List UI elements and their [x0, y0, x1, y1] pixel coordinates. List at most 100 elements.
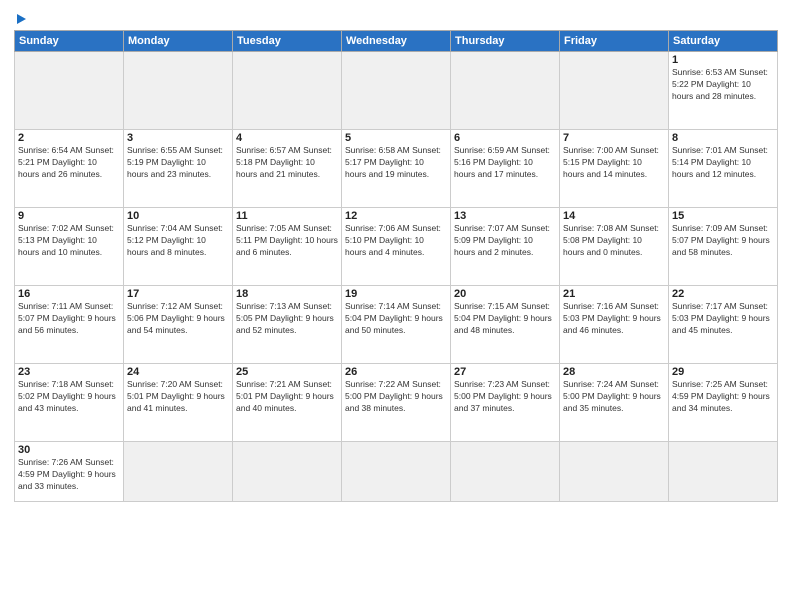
day-number: 5 — [345, 132, 447, 144]
day-info: Sunrise: 7:14 AM Sunset: 5:04 PM Dayligh… — [345, 301, 447, 337]
day-number: 18 — [236, 288, 338, 300]
calendar-cell — [15, 52, 124, 130]
header — [14, 10, 778, 24]
logo-triangle-icon — [17, 14, 26, 24]
day-info: Sunrise: 7:26 AM Sunset: 4:59 PM Dayligh… — [18, 457, 120, 493]
calendar-cell: 19Sunrise: 7:14 AM Sunset: 5:04 PM Dayli… — [342, 286, 451, 364]
day-info: Sunrise: 7:23 AM Sunset: 5:00 PM Dayligh… — [454, 379, 556, 415]
day-number: 21 — [563, 288, 665, 300]
day-info: Sunrise: 7:11 AM Sunset: 5:07 PM Dayligh… — [18, 301, 120, 337]
day-info: Sunrise: 7:04 AM Sunset: 5:12 PM Dayligh… — [127, 223, 229, 259]
week-row-1: 1Sunrise: 6:53 AM Sunset: 5:22 PM Daylig… — [15, 52, 778, 130]
day-info: Sunrise: 6:55 AM Sunset: 5:19 PM Dayligh… — [127, 145, 229, 181]
day-number: 3 — [127, 132, 229, 144]
weekday-header-saturday: Saturday — [669, 31, 778, 52]
day-info: Sunrise: 7:22 AM Sunset: 5:00 PM Dayligh… — [345, 379, 447, 415]
calendar-cell: 20Sunrise: 7:15 AM Sunset: 5:04 PM Dayli… — [451, 286, 560, 364]
calendar-cell — [451, 52, 560, 130]
week-row-3: 9Sunrise: 7:02 AM Sunset: 5:13 PM Daylig… — [15, 208, 778, 286]
day-info: Sunrise: 7:02 AM Sunset: 5:13 PM Dayligh… — [18, 223, 120, 259]
calendar-cell: 25Sunrise: 7:21 AM Sunset: 5:01 PM Dayli… — [233, 364, 342, 442]
calendar-cell: 13Sunrise: 7:07 AM Sunset: 5:09 PM Dayli… — [451, 208, 560, 286]
weekday-header-row: SundayMondayTuesdayWednesdayThursdayFrid… — [15, 31, 778, 52]
calendar-cell: 2Sunrise: 6:54 AM Sunset: 5:21 PM Daylig… — [15, 130, 124, 208]
day-number: 28 — [563, 366, 665, 378]
calendar-cell — [451, 442, 560, 502]
calendar-cell — [560, 442, 669, 502]
calendar-cell: 23Sunrise: 7:18 AM Sunset: 5:02 PM Dayli… — [15, 364, 124, 442]
day-number: 29 — [672, 366, 774, 378]
logo — [14, 10, 26, 24]
day-info: Sunrise: 6:53 AM Sunset: 5:22 PM Dayligh… — [672, 67, 774, 103]
day-info: Sunrise: 6:54 AM Sunset: 5:21 PM Dayligh… — [18, 145, 120, 181]
day-number: 14 — [563, 210, 665, 222]
day-info: Sunrise: 7:24 AM Sunset: 5:00 PM Dayligh… — [563, 379, 665, 415]
week-row-6: 30Sunrise: 7:26 AM Sunset: 4:59 PM Dayli… — [15, 442, 778, 502]
calendar-cell: 7Sunrise: 7:00 AM Sunset: 5:15 PM Daylig… — [560, 130, 669, 208]
week-row-5: 23Sunrise: 7:18 AM Sunset: 5:02 PM Dayli… — [15, 364, 778, 442]
day-number: 2 — [18, 132, 120, 144]
calendar-cell: 11Sunrise: 7:05 AM Sunset: 5:11 PM Dayli… — [233, 208, 342, 286]
day-number: 7 — [563, 132, 665, 144]
day-info: Sunrise: 7:18 AM Sunset: 5:02 PM Dayligh… — [18, 379, 120, 415]
day-info: Sunrise: 7:06 AM Sunset: 5:10 PM Dayligh… — [345, 223, 447, 259]
day-info: Sunrise: 7:00 AM Sunset: 5:15 PM Dayligh… — [563, 145, 665, 181]
day-info: Sunrise: 7:20 AM Sunset: 5:01 PM Dayligh… — [127, 379, 229, 415]
calendar-cell: 21Sunrise: 7:16 AM Sunset: 5:03 PM Dayli… — [560, 286, 669, 364]
day-info: Sunrise: 6:58 AM Sunset: 5:17 PM Dayligh… — [345, 145, 447, 181]
calendar-cell: 9Sunrise: 7:02 AM Sunset: 5:13 PM Daylig… — [15, 208, 124, 286]
calendar-cell — [669, 442, 778, 502]
day-number: 20 — [454, 288, 556, 300]
calendar-page: SundayMondayTuesdayWednesdayThursdayFrid… — [0, 0, 792, 612]
day-info: Sunrise: 7:01 AM Sunset: 5:14 PM Dayligh… — [672, 145, 774, 181]
day-number: 15 — [672, 210, 774, 222]
weekday-header-thursday: Thursday — [451, 31, 560, 52]
day-number: 26 — [345, 366, 447, 378]
calendar-cell: 29Sunrise: 7:25 AM Sunset: 4:59 PM Dayli… — [669, 364, 778, 442]
day-number: 27 — [454, 366, 556, 378]
weekday-header-monday: Monday — [124, 31, 233, 52]
calendar-cell — [233, 52, 342, 130]
day-info: Sunrise: 7:16 AM Sunset: 5:03 PM Dayligh… — [563, 301, 665, 337]
calendar-cell: 26Sunrise: 7:22 AM Sunset: 5:00 PM Dayli… — [342, 364, 451, 442]
calendar-cell: 14Sunrise: 7:08 AM Sunset: 5:08 PM Dayli… — [560, 208, 669, 286]
day-number: 23 — [18, 366, 120, 378]
calendar-cell — [124, 442, 233, 502]
calendar-cell — [560, 52, 669, 130]
day-info: Sunrise: 6:59 AM Sunset: 5:16 PM Dayligh… — [454, 145, 556, 181]
calendar-cell: 28Sunrise: 7:24 AM Sunset: 5:00 PM Dayli… — [560, 364, 669, 442]
calendar-cell: 4Sunrise: 6:57 AM Sunset: 5:18 PM Daylig… — [233, 130, 342, 208]
day-info: Sunrise: 7:07 AM Sunset: 5:09 PM Dayligh… — [454, 223, 556, 259]
day-info: Sunrise: 6:57 AM Sunset: 5:18 PM Dayligh… — [236, 145, 338, 181]
calendar-cell — [342, 52, 451, 130]
day-number: 8 — [672, 132, 774, 144]
weekday-header-wednesday: Wednesday — [342, 31, 451, 52]
day-info: Sunrise: 7:09 AM Sunset: 5:07 PM Dayligh… — [672, 223, 774, 259]
day-number: 10 — [127, 210, 229, 222]
calendar-cell: 3Sunrise: 6:55 AM Sunset: 5:19 PM Daylig… — [124, 130, 233, 208]
week-row-4: 16Sunrise: 7:11 AM Sunset: 5:07 PM Dayli… — [15, 286, 778, 364]
day-number: 22 — [672, 288, 774, 300]
day-number: 19 — [345, 288, 447, 300]
day-number: 11 — [236, 210, 338, 222]
day-number: 25 — [236, 366, 338, 378]
day-info: Sunrise: 7:12 AM Sunset: 5:06 PM Dayligh… — [127, 301, 229, 337]
week-row-2: 2Sunrise: 6:54 AM Sunset: 5:21 PM Daylig… — [15, 130, 778, 208]
calendar-cell: 10Sunrise: 7:04 AM Sunset: 5:12 PM Dayli… — [124, 208, 233, 286]
day-number: 30 — [18, 444, 120, 456]
day-number: 4 — [236, 132, 338, 144]
day-number: 9 — [18, 210, 120, 222]
calendar-cell: 1Sunrise: 6:53 AM Sunset: 5:22 PM Daylig… — [669, 52, 778, 130]
calendar-cell: 18Sunrise: 7:13 AM Sunset: 5:05 PM Dayli… — [233, 286, 342, 364]
calendar-cell — [124, 52, 233, 130]
calendar-cell: 5Sunrise: 6:58 AM Sunset: 5:17 PM Daylig… — [342, 130, 451, 208]
day-number: 16 — [18, 288, 120, 300]
weekday-header-sunday: Sunday — [15, 31, 124, 52]
calendar-cell: 8Sunrise: 7:01 AM Sunset: 5:14 PM Daylig… — [669, 130, 778, 208]
day-info: Sunrise: 7:05 AM Sunset: 5:11 PM Dayligh… — [236, 223, 338, 259]
calendar-cell: 27Sunrise: 7:23 AM Sunset: 5:00 PM Dayli… — [451, 364, 560, 442]
day-info: Sunrise: 7:21 AM Sunset: 5:01 PM Dayligh… — [236, 379, 338, 415]
calendar-table: SundayMondayTuesdayWednesdayThursdayFrid… — [14, 30, 778, 502]
day-info: Sunrise: 7:17 AM Sunset: 5:03 PM Dayligh… — [672, 301, 774, 337]
day-info: Sunrise: 7:13 AM Sunset: 5:05 PM Dayligh… — [236, 301, 338, 337]
